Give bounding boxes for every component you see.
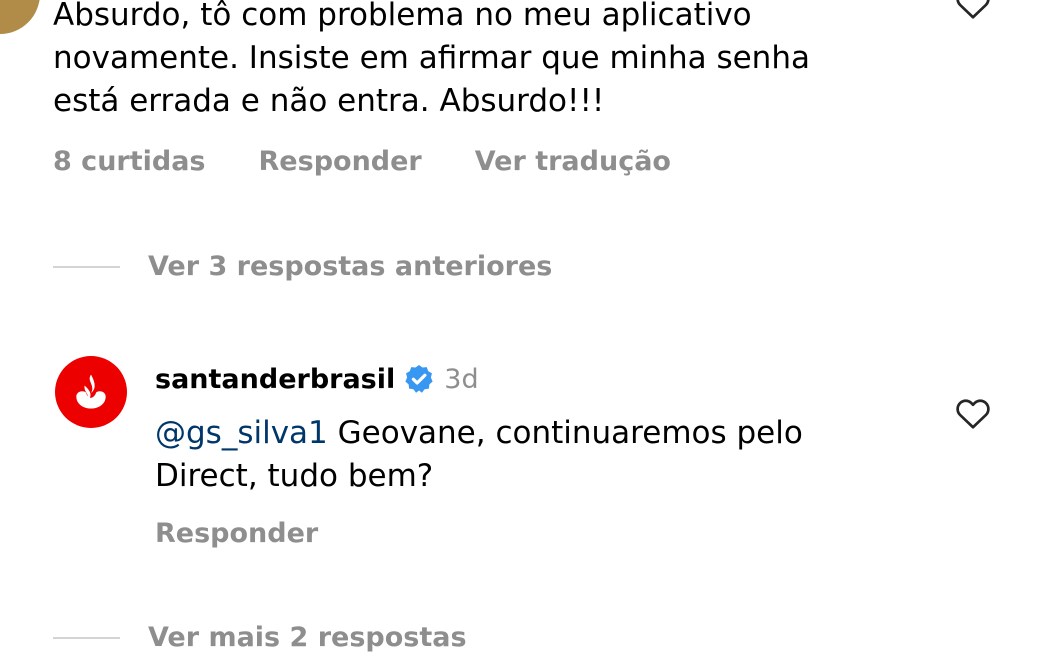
verified-badge-icon xyxy=(403,363,435,395)
comment-actions: 8 curtidas Responder Ver tradução xyxy=(53,146,671,177)
santander-flame-logo xyxy=(76,374,106,409)
santander-avatar[interactable] xyxy=(55,356,127,428)
translate-button[interactable]: Ver tradução xyxy=(475,146,671,177)
view-more-replies[interactable]: Ver mais 2 respostas xyxy=(53,622,467,653)
likes-count[interactable]: 8 curtidas xyxy=(53,146,206,177)
comments-thread: Absurdo, tô com problema no meu aplicati… xyxy=(0,0,1063,669)
reply-button[interactable]: Responder xyxy=(155,518,318,549)
commenter-avatar[interactable] xyxy=(0,0,40,34)
heart-icon[interactable] xyxy=(955,396,991,430)
timestamp: 3d xyxy=(444,363,479,395)
reply-actions: Responder xyxy=(155,518,318,549)
replies-divider xyxy=(53,265,120,268)
heart-icon[interactable] xyxy=(955,0,991,20)
view-previous-replies[interactable]: Ver 3 respostas anteriores xyxy=(53,251,552,282)
mention-link[interactable]: @gs_silva1 xyxy=(155,415,328,451)
view-more-replies-label: Ver mais 2 respostas xyxy=(148,622,467,653)
username[interactable]: santanderbrasil xyxy=(155,364,395,395)
view-previous-replies-label: Ver 3 respostas anteriores xyxy=(148,251,553,282)
comment-text: Absurdo, tô com problema no meu aplicati… xyxy=(53,0,810,119)
reply-button[interactable]: Responder xyxy=(259,146,422,177)
reply-text: @gs_silva1 Geovane, continuaremos pelo D… xyxy=(155,412,915,498)
reply-header: santanderbrasil 3d xyxy=(155,363,479,395)
replies-divider xyxy=(53,636,120,639)
